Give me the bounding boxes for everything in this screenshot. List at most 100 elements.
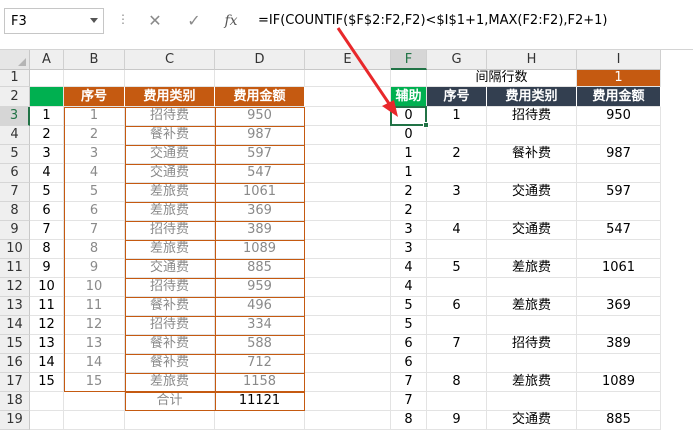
- cell[interactable]: [487, 392, 577, 411]
- column-header-g[interactable]: G: [427, 50, 487, 70]
- helper-cell-f14[interactable]: 5: [391, 316, 427, 335]
- cell[interactable]: [30, 392, 64, 411]
- formula-bar-grip-icon[interactable]: ⋮: [117, 12, 129, 26]
- row-header-12[interactable]: 12: [0, 278, 30, 297]
- cell[interactable]: [64, 70, 125, 87]
- row-header-16[interactable]: 16: [0, 354, 30, 373]
- row-header-9[interactable]: 9: [0, 221, 30, 240]
- row-header-2[interactable]: 2: [0, 87, 30, 107]
- cell[interactable]: [305, 126, 391, 145]
- column-header-a[interactable]: A: [30, 50, 64, 70]
- cell[interactable]: [305, 240, 391, 259]
- helper-cell-f18[interactable]: 7: [391, 392, 427, 411]
- row-header-4[interactable]: 4: [0, 126, 30, 145]
- cell[interactable]: [30, 411, 64, 430]
- cell[interactable]: [577, 316, 661, 335]
- name-box[interactable]: F3: [4, 8, 104, 34]
- interval-value[interactable]: 1: [577, 70, 661, 87]
- cell[interactable]: [30, 70, 64, 87]
- cell[interactable]: [427, 240, 487, 259]
- row-header-13[interactable]: 13: [0, 297, 30, 316]
- cell[interactable]: [427, 164, 487, 183]
- cell[interactable]: [305, 145, 391, 164]
- row-header-5[interactable]: 5: [0, 145, 30, 164]
- row-header-7[interactable]: 7: [0, 183, 30, 202]
- row-header-18[interactable]: 18: [0, 392, 30, 411]
- cell[interactable]: [305, 411, 391, 430]
- cell[interactable]: [577, 126, 661, 145]
- cell[interactable]: [305, 221, 391, 240]
- fill-handle[interactable]: [423, 122, 429, 128]
- cell[interactable]: [427, 202, 487, 221]
- interval-label[interactable]: 间隔行数: [427, 70, 577, 87]
- cell[interactable]: [305, 373, 391, 392]
- cell[interactable]: [125, 70, 215, 87]
- column-header-c[interactable]: C: [125, 50, 215, 70]
- cell[interactable]: [305, 107, 391, 126]
- cell[interactable]: [487, 316, 577, 335]
- helper-cell-f17[interactable]: 7: [391, 373, 427, 392]
- helper-cell-f10[interactable]: 3: [391, 240, 427, 259]
- column-header-h[interactable]: H: [487, 50, 577, 70]
- name-box-dropdown-icon[interactable]: [90, 18, 98, 23]
- helper-cell-f12[interactable]: 4: [391, 278, 427, 297]
- cell[interactable]: [305, 259, 391, 278]
- cell[interactable]: [305, 278, 391, 297]
- cell[interactable]: [305, 87, 391, 107]
- column-header-e[interactable]: E: [305, 50, 391, 70]
- formula-input[interactable]: =IF(COUNTIF($F$2:F2,F2)<$I$1+1,MAX(F2:F2…: [250, 8, 690, 34]
- helper-cell-f9[interactable]: 3: [391, 221, 427, 240]
- cell[interactable]: [427, 392, 487, 411]
- row-header-15[interactable]: 15: [0, 335, 30, 354]
- row-header-19[interactable]: 19: [0, 411, 30, 430]
- select-all-corner[interactable]: [0, 50, 30, 70]
- cell[interactable]: [305, 335, 391, 354]
- cell[interactable]: [305, 392, 391, 411]
- cell[interactable]: [64, 392, 125, 411]
- cell[interactable]: [487, 240, 577, 259]
- column-header-b[interactable]: B: [64, 50, 125, 70]
- row-header-3[interactable]: 3: [0, 107, 30, 126]
- cell[interactable]: [215, 411, 305, 430]
- helper-cell-f7[interactable]: 2: [391, 183, 427, 202]
- cell[interactable]: [427, 354, 487, 373]
- cell[interactable]: [305, 202, 391, 221]
- row-header-8[interactable]: 8: [0, 202, 30, 221]
- row-header-17[interactable]: 17: [0, 373, 30, 392]
- helper-cell-f3[interactable]: 0: [391, 107, 427, 126]
- helper-cell-f11[interactable]: 4: [391, 259, 427, 278]
- cell[interactable]: [487, 202, 577, 221]
- cell[interactable]: [487, 126, 577, 145]
- cell[interactable]: [427, 278, 487, 297]
- cell[interactable]: [125, 411, 215, 430]
- column-header-d[interactable]: D: [215, 50, 305, 70]
- helper-cell-f19[interactable]: 8: [391, 411, 427, 430]
- helper-cell-f5[interactable]: 1: [391, 145, 427, 164]
- cell[interactable]: [487, 278, 577, 297]
- insert-function-icon[interactable]: fx: [218, 8, 244, 34]
- cell[interactable]: [427, 316, 487, 335]
- cell[interactable]: [487, 354, 577, 373]
- column-header-f[interactable]: F: [391, 50, 427, 70]
- helper-cell-f13[interactable]: 5: [391, 297, 427, 316]
- cell[interactable]: [215, 70, 305, 87]
- cell[interactable]: [577, 392, 661, 411]
- cell[interactable]: [305, 297, 391, 316]
- enter-icon[interactable]: ✓: [181, 8, 207, 34]
- cell[interactable]: [305, 316, 391, 335]
- cell[interactable]: [305, 164, 391, 183]
- cell[interactable]: [305, 70, 391, 87]
- cell[interactable]: [577, 240, 661, 259]
- row-header-10[interactable]: 10: [0, 240, 30, 259]
- cell[interactable]: [391, 70, 427, 87]
- helper-cell-f8[interactable]: 2: [391, 202, 427, 221]
- helper-cell-f6[interactable]: 1: [391, 164, 427, 183]
- cell[interactable]: [487, 164, 577, 183]
- helper-cell-f15[interactable]: 6: [391, 335, 427, 354]
- cancel-icon[interactable]: ✕: [142, 8, 168, 34]
- cell[interactable]: [577, 354, 661, 373]
- cell[interactable]: [64, 411, 125, 430]
- row-header-14[interactable]: 14: [0, 316, 30, 335]
- cell[interactable]: [577, 202, 661, 221]
- column-header-i[interactable]: I: [577, 50, 661, 70]
